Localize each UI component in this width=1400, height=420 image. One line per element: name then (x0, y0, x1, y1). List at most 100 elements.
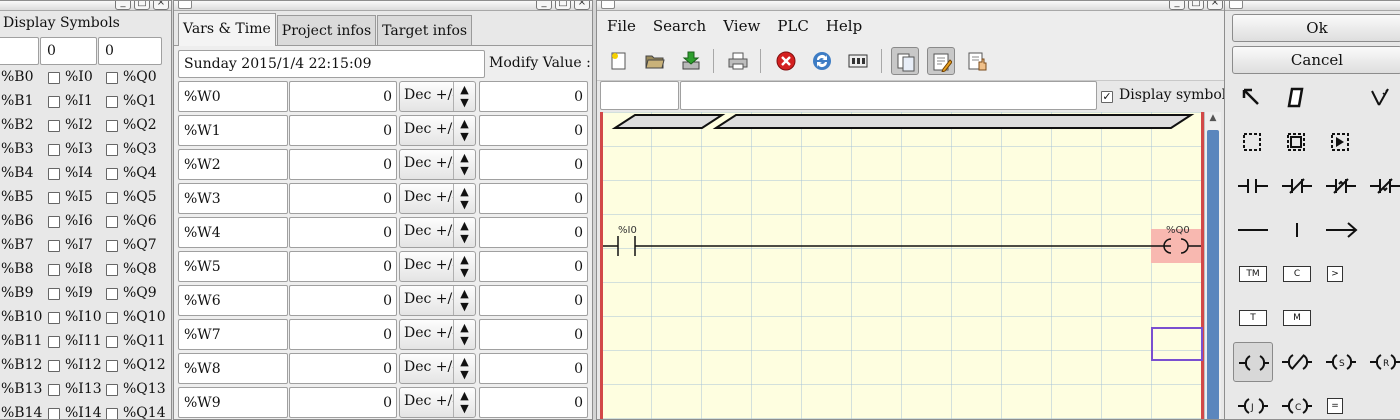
var-value-display[interactable] (289, 319, 397, 350)
var-modify-input[interactable] (479, 217, 588, 248)
var-modify-input[interactable] (479, 387, 588, 418)
maximize-button[interactable]: □ (134, 1, 150, 10)
var-value-display[interactable] (289, 217, 397, 248)
var-name-input[interactable] (178, 353, 288, 384)
tool-select-region[interactable] (1233, 122, 1273, 162)
var-name-input[interactable] (178, 115, 288, 146)
editor-titlebar[interactable] (1225, 1, 1400, 11)
var-name-input[interactable] (178, 217, 288, 248)
tool-coil-negated[interactable] (1277, 342, 1317, 382)
tool-horizontal-line[interactable] (1233, 210, 1273, 250)
stop-button[interactable] (772, 47, 800, 75)
menu-search[interactable]: Search (653, 11, 706, 41)
bool-var-checkbox[interactable] (106, 168, 118, 180)
var-value-display[interactable] (289, 149, 397, 180)
bool-var-checkbox[interactable] (106, 96, 118, 108)
var-format-select[interactable]: Dec +/- ▲ ▼ (399, 353, 476, 384)
var-format-select[interactable]: Dec +/- ▲ ▼ (399, 149, 476, 180)
maximize-button[interactable]: □ (555, 1, 571, 10)
bool-var-checkbox[interactable] (48, 216, 60, 228)
menu-help[interactable]: Help (826, 11, 862, 41)
bool-var-checkbox[interactable] (48, 120, 60, 132)
datetime-display[interactable] (178, 50, 485, 78)
bool-var-checkbox[interactable] (106, 408, 118, 419)
spy-bools-titlebar[interactable]: _ □ × (0, 1, 171, 11)
tool-select-arrow[interactable] (1321, 122, 1361, 162)
tab-vars-time[interactable]: Vars & Time (178, 13, 276, 46)
tool-contact-falling[interactable] (1365, 166, 1400, 206)
edit-cursor-box[interactable] (1151, 327, 1203, 361)
var-format-select[interactable]: Dec +/- ▲ ▼ (399, 217, 476, 248)
tab-target-infos[interactable]: Target infos (377, 15, 473, 45)
rung-comment-input[interactable] (680, 81, 1097, 110)
ladder-vertical-scrollbar[interactable]: ▲ (1204, 112, 1221, 419)
bool-var-checkbox[interactable] (48, 192, 60, 204)
display-symbols-toggle[interactable]: ✓ Display symbols (1101, 87, 1225, 103)
bool-var-checkbox[interactable] (106, 264, 118, 276)
rung-label-input[interactable] (600, 81, 679, 110)
bool-var-checkbox[interactable] (106, 216, 118, 228)
bools-i-offset-input[interactable] (40, 37, 97, 65)
bool-var-checkbox[interactable] (106, 360, 118, 372)
tool-operate-block[interactable]: = (1321, 386, 1361, 419)
menu-plc[interactable]: PLC (777, 11, 809, 41)
bool-var-checkbox[interactable] (48, 144, 60, 156)
var-modify-input[interactable] (479, 115, 588, 146)
tool-contact-rising[interactable] (1321, 166, 1361, 206)
var-format-select[interactable]: Dec +/- ▲ ▼ (399, 285, 476, 316)
tool-pointer[interactable] (1233, 78, 1273, 118)
var-name-input[interactable] (178, 387, 288, 418)
bool-var-checkbox[interactable] (48, 360, 60, 372)
var-modify-input[interactable] (479, 319, 588, 350)
tab-project-infos[interactable]: Project infos (276, 15, 377, 45)
bool-var-checkbox[interactable] (48, 288, 60, 300)
spy-free-vars-titlebar[interactable]: _ □ × (174, 1, 592, 11)
tool-coil-reset[interactable]: R (1365, 342, 1400, 382)
bool-var-checkbox[interactable] (48, 408, 60, 419)
tool-eraser[interactable] (1277, 78, 1317, 118)
minimize-button[interactable]: _ (115, 1, 131, 10)
var-value-display[interactable] (289, 285, 397, 316)
bool-var-checkbox[interactable] (48, 384, 60, 396)
minimize-button[interactable]: _ (1169, 1, 1185, 10)
bool-var-checkbox[interactable] (48, 312, 60, 324)
tool-coil-jump[interactable]: J (1233, 386, 1273, 419)
var-name-input[interactable] (178, 251, 288, 282)
bools-q-offset-input[interactable] (98, 37, 162, 65)
tool-timer-block[interactable]: TM (1233, 254, 1273, 294)
var-format-select[interactable]: Dec +/- ▲ ▼ (399, 319, 476, 350)
var-modify-input[interactable] (479, 183, 588, 214)
var-modify-input[interactable] (479, 353, 588, 384)
var-modify-input[interactable] (479, 81, 588, 112)
tool-vertical-line[interactable] (1277, 210, 1317, 250)
print-button[interactable] (724, 47, 752, 75)
menu-view[interactable]: View (723, 11, 760, 41)
bools-filter-input[interactable] (0, 37, 39, 65)
var-name-input[interactable] (178, 183, 288, 214)
var-value-display[interactable] (289, 115, 397, 146)
var-value-display[interactable] (289, 353, 397, 384)
bool-var-checkbox[interactable] (106, 72, 118, 84)
var-value-display[interactable] (289, 183, 397, 214)
close-button[interactable]: × (574, 1, 590, 10)
tool-contact-closed[interactable] (1277, 166, 1317, 206)
var-name-input[interactable] (178, 285, 288, 316)
bool-var-checkbox[interactable] (106, 312, 118, 324)
maximize-button[interactable]: □ (1188, 1, 1204, 10)
tool-coil[interactable] (1233, 342, 1273, 382)
bool-var-checkbox[interactable] (48, 240, 60, 252)
bool-var-checkbox[interactable] (106, 384, 118, 396)
tool-iec-timer-block[interactable]: T (1233, 298, 1273, 338)
bool-var-checkbox[interactable] (48, 336, 60, 348)
menu-file[interactable]: File (607, 11, 636, 41)
var-value-display[interactable] (289, 387, 397, 418)
var-format-select[interactable]: Dec +/- ▲ ▼ (399, 81, 476, 112)
bool-var-checkbox[interactable] (48, 264, 60, 276)
var-name-input[interactable] (178, 319, 288, 350)
var-format-select[interactable]: Dec +/- ▲ ▼ (399, 251, 476, 282)
bool-var-checkbox[interactable] (106, 336, 118, 348)
var-value-display[interactable] (289, 81, 397, 112)
io-config-button[interactable] (844, 47, 872, 75)
var-value-display[interactable] (289, 251, 397, 282)
tool-counter-block[interactable]: C (1277, 254, 1317, 294)
